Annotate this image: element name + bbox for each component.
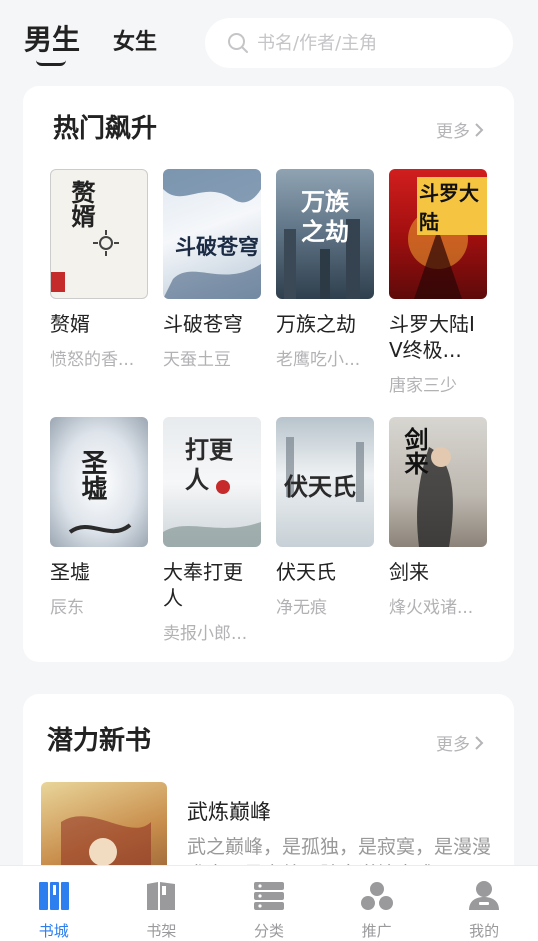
category-icon: [253, 882, 284, 910]
book-cover: 伏天氏: [276, 417, 374, 547]
book-item[interactable]: 赘婿 赘婿 愤怒的香...: [50, 169, 148, 370]
nav-profile[interactable]: 我的: [430, 866, 538, 941]
book-author: 天蚕土豆: [163, 350, 231, 370]
book-title: 武炼巅峰: [187, 800, 271, 824]
more-link[interactable]: 更多: [436, 117, 484, 142]
more-link[interactable]: 更多: [436, 730, 484, 755]
search-icon: [228, 33, 248, 53]
nav-book-city[interactable]: 书城: [0, 866, 108, 941]
book-title: 剑来: [389, 560, 429, 584]
book-title: 赘婿: [50, 312, 90, 336]
bottom-navigation: 书城 书架 分类 推广 我的: [0, 865, 538, 941]
book-author: 愤怒的香...: [50, 350, 135, 370]
book-cover: 圣墟: [50, 417, 148, 547]
book-item[interactable]: 圣墟 圣墟 辰东: [50, 417, 148, 618]
search-bar[interactable]: [205, 18, 513, 68]
book-item[interactable]: 万族之劫 万族之劫 老鹰吃小...: [276, 169, 374, 370]
bookshelf-icon: [147, 882, 176, 910]
active-tab-indicator: [36, 60, 66, 66]
top-bar: 男生 女生: [0, 0, 538, 80]
section-title: 热门飙升: [53, 114, 158, 144]
book-cover: 万族之劫: [276, 169, 374, 299]
book-cover: 打更人: [163, 417, 261, 547]
book-item[interactable]: 剑来 剑来 烽火戏诸...: [389, 417, 487, 618]
book-cover: 剑来: [389, 417, 487, 547]
book-author: 净无痕: [276, 598, 327, 618]
nav-bookshelf[interactable]: 书架: [108, 866, 216, 941]
hot-section-card: 热门飙升 更多 赘婿 赘婿 愤怒的香... 斗破苍穹 斗破苍穹 天蚕土豆 万族之…: [23, 86, 514, 662]
nav-category[interactable]: 分类: [215, 866, 323, 941]
book-title: 万族之劫: [276, 312, 356, 336]
book-author: 辰东: [50, 598, 84, 618]
book-author: 老鹰吃小...: [276, 350, 361, 370]
book-item[interactable]: 斗罗大陆 斗罗大陆IV终极... 唐家三少: [389, 169, 487, 396]
book-item[interactable]: 伏天氏 伏天氏 净无痕: [276, 417, 374, 618]
book-cover: 斗罗大陆: [389, 169, 487, 299]
book-cover: 斗破苍穹: [163, 169, 261, 299]
book-title: 大奉打更人: [163, 560, 243, 610]
book-author: 烽火戏诸...: [389, 598, 474, 618]
book-cover: 赘婿: [50, 169, 148, 299]
chevron-right-icon: [475, 735, 484, 750]
nav-promote[interactable]: 推广: [323, 866, 431, 941]
book-city-icon: [38, 882, 69, 910]
promote-icon: [360, 882, 393, 910]
profile-icon: [469, 881, 500, 910]
chevron-right-icon: [475, 122, 484, 137]
book-title: 圣墟: [50, 560, 90, 584]
book-item[interactable]: 打更人 大奉打更人 卖报小郎...: [163, 417, 261, 644]
book-author: 卖报小郎...: [163, 624, 248, 644]
book-title: 伏天氏: [276, 560, 336, 584]
book-author: 唐家三少: [389, 376, 457, 396]
tab-male[interactable]: 男生: [24, 18, 80, 58]
book-item[interactable]: 斗破苍穹 斗破苍穹 天蚕土豆: [163, 169, 261, 370]
tab-female[interactable]: 女生: [113, 24, 157, 56]
section-title: 潜力新书: [47, 726, 152, 756]
search-input[interactable]: [257, 32, 487, 54]
book-title: 斗破苍穹: [163, 312, 243, 336]
book-title: 斗罗大陆IV终极...: [389, 312, 475, 362]
